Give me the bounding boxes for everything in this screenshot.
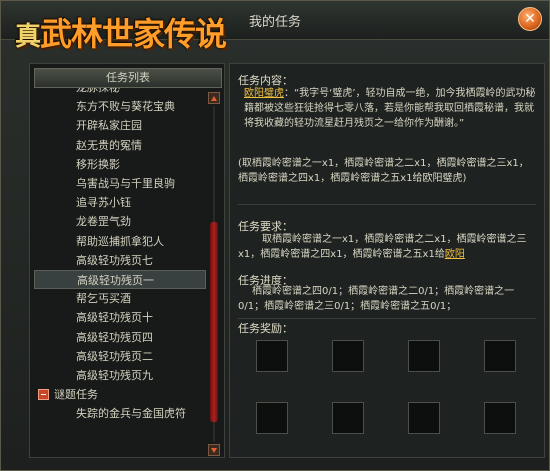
task-list-item[interactable]: 龙卷罡气劲	[34, 212, 206, 231]
npc-link[interactable]: 欧阳璧虎	[244, 88, 284, 99]
section-divider	[238, 204, 536, 205]
task-list-item[interactable]: 高级轻功残页一	[34, 270, 206, 289]
reward-slot[interactable]	[332, 402, 364, 434]
progress-body: 栖霞岭密谱之四0/1；栖霞岭密谱之二0/1；栖霞岭密谱之一0/1；栖霞岭密谱之三…	[238, 286, 515, 312]
task-list-item[interactable]: 东方不败与葵花宝典	[34, 97, 206, 116]
task-list: 龙脉探秘东方不败与葵花宝典开辟私家庄园赵无贵的冤情移形换影乌害战马与千里良驹追寻…	[34, 88, 206, 456]
scroll-down-button[interactable]	[208, 444, 220, 456]
task-list-header: 任务列表	[34, 68, 222, 88]
task-list-scrollbar[interactable]	[208, 92, 220, 456]
chevron-up-icon	[211, 96, 217, 101]
task-list-item[interactable]: 高级轻功残页七	[34, 251, 206, 270]
requirement-text: 取栖霞岭密谱之一x1，栖霞岭密谱之二x1，栖霞岭密谱之三x1，栖霞岭密谱之四x1…	[238, 232, 536, 262]
task-list-item[interactable]: 高级轻功残页四	[34, 328, 206, 347]
content-note: (取栖霞岭密谱之一x1，栖霞岭密谱之二x1，栖霞岭密谱之三x1，栖霞岭密谱之四x…	[238, 158, 529, 184]
task-list-item[interactable]: 高级轻功残页十	[34, 308, 206, 327]
task-list-item[interactable]: 帮乞丐买酒	[34, 289, 206, 308]
logo-prefix: 真	[15, 22, 41, 52]
reward-slot[interactable]	[484, 340, 516, 372]
requirement-body: 取栖霞岭密谱之一x1，栖霞岭密谱之二x1，栖霞岭密谱之三x1，栖霞岭密谱之四x1…	[238, 234, 527, 260]
task-list-item[interactable]: 龙脉探秘	[34, 88, 206, 97]
task-list-item[interactable]: 赵无贵的冤情	[34, 136, 206, 155]
reward-label: 任务奖励：	[238, 322, 293, 335]
close-icon: ✕	[524, 11, 536, 27]
section-divider	[238, 318, 536, 319]
scroll-up-button[interactable]	[208, 92, 220, 104]
task-list-item[interactable]: 帮助巡捕抓拿犯人	[34, 232, 206, 251]
game-logo: 真武林世家传说	[5, 3, 227, 65]
progress-text: 栖霞岭密谱之四0/1；栖霞岭密谱之二0/1；栖霞岭密谱之一0/1；栖霞岭密谱之三…	[238, 284, 536, 314]
reward-slot[interactable]	[256, 340, 288, 372]
content-body: ：“我字号‘璧虎’，轻功自成一绝，加今我栖霞岭的武功秘籍都被这些狂徒抢得七零八落…	[244, 88, 536, 129]
scroll-thumb[interactable]	[210, 222, 218, 422]
task-window: 我的任务 真武林世家传说 ✕ 任务列表 龙脉探秘东方不败与葵花宝典开辟私家庄园赵…	[0, 0, 550, 471]
task-category-header[interactable]: 谜题任务	[34, 385, 206, 404]
reward-slot[interactable]	[408, 340, 440, 372]
chevron-down-icon	[211, 448, 217, 453]
task-list-item[interactable]: 失踪的金兵与金国虎符	[34, 404, 206, 423]
requirement-npc-link[interactable]: 欧阳	[445, 249, 465, 260]
collapse-icon[interactable]	[38, 389, 49, 401]
task-list-item[interactable]: 追寻苏小钰	[34, 193, 206, 212]
close-button[interactable]: ✕	[518, 7, 542, 31]
category-label: 谜题任务	[54, 388, 98, 402]
logo-title: 武林世家传说	[40, 15, 227, 53]
task-list-item[interactable]: 移形换影	[34, 155, 206, 174]
task-list-item[interactable]: 高级轻功残页二	[34, 347, 206, 366]
reward-slot[interactable]	[256, 402, 288, 434]
content-text: 欧阳璧虎：“我字号‘璧虎’，轻功自成一绝，加今我栖霞岭的武功秘籍都被这些狂徒抢得…	[244, 86, 536, 131]
logo-text: 真武林世家传说	[15, 9, 227, 55]
task-list-panel: 任务列表 龙脉探秘东方不败与葵花宝典开辟私家庄园赵无贵的冤情移形换影乌害战马与千…	[29, 63, 225, 458]
task-detail-panel: 任务内容： 欧阳璧虎：“我字号‘璧虎’，轻功自成一绝，加今我栖霞岭的武功秘籍都被…	[229, 63, 545, 458]
task-list-item[interactable]: 高级轻功残页九	[34, 366, 206, 385]
reward-slot[interactable]	[484, 402, 516, 434]
reward-slot[interactable]	[332, 340, 364, 372]
task-list-item[interactable]: 开辟私家庄园	[34, 116, 206, 135]
reward-slot[interactable]	[408, 402, 440, 434]
task-list-item[interactable]: 乌害战马与千里良驹	[34, 174, 206, 193]
